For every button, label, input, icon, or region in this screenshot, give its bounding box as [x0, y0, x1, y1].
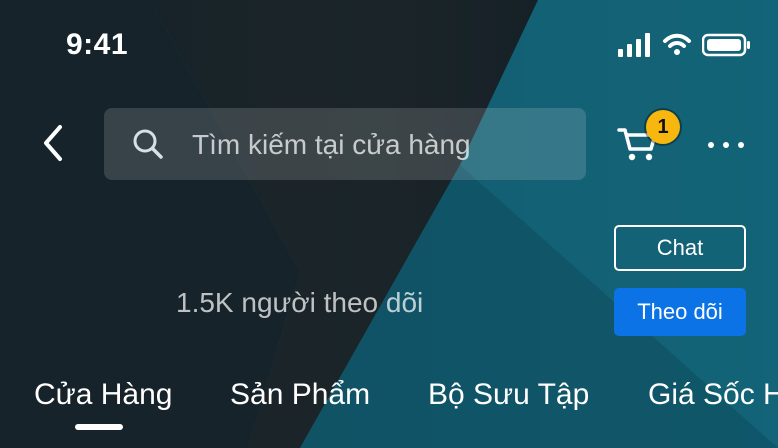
search-icon — [132, 128, 164, 160]
tab-collections[interactable]: Bộ Sưu Tập — [428, 378, 589, 412]
follow-button[interactable]: Theo dõi — [614, 288, 746, 336]
more-button[interactable] — [708, 142, 744, 148]
tab-products[interactable]: Sản Phẩm — [230, 378, 370, 412]
wifi-icon — [662, 33, 692, 62]
chevron-left-icon — [41, 124, 65, 167]
tab-shop[interactable]: Cửa Hàng — [34, 378, 173, 412]
more-horizontal-icon — [723, 142, 729, 148]
chat-button[interactable]: Chat — [614, 225, 746, 271]
status-icons — [618, 33, 750, 62]
active-tab-indicator — [75, 424, 123, 430]
cart-count-badge: 1 — [646, 110, 680, 144]
more-horizontal-icon — [738, 142, 744, 148]
tab-flash-sale[interactable]: Giá Sốc H — [648, 378, 778, 412]
cart-icon — [616, 128, 660, 170]
signal-icon — [618, 33, 652, 62]
back-button[interactable] — [38, 123, 68, 167]
shop-header-screen: 9:41 Tìm kiếm tại cửa hàng 1 Chat Theo d… — [0, 0, 778, 448]
shop-search-bar[interactable] — [104, 108, 586, 180]
search-input[interactable] — [190, 122, 564, 168]
shop-tabs: Cửa Hàng Sản Phẩm Bộ Sưu Tập Giá Sốc H — [0, 366, 778, 448]
follower-count: 1.5K người theo dõi — [176, 287, 424, 318]
status-time: 9:41 — [66, 28, 129, 61]
more-horizontal-icon — [708, 142, 714, 148]
battery-icon — [701, 33, 750, 62]
